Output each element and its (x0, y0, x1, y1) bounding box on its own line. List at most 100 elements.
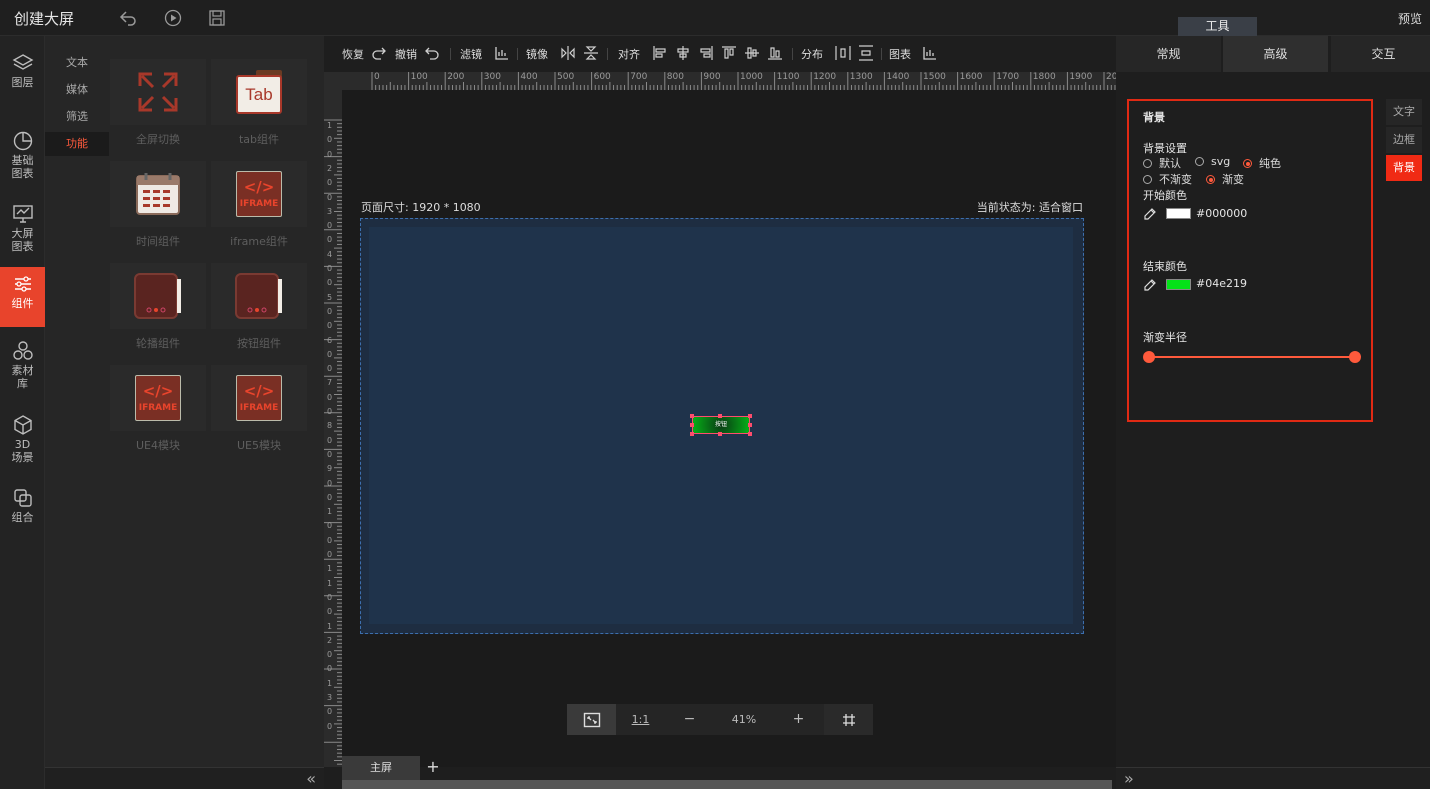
radius-slider-min-thumb[interactable] (1143, 351, 1155, 363)
subcat-media[interactable]: 媒体 (45, 78, 109, 102)
nav-item-components[interactable]: 组件 (0, 267, 45, 327)
resize-handle[interactable] (748, 423, 752, 427)
align-left-icon[interactable] (652, 45, 668, 61)
filter-chart-icon[interactable] (494, 45, 510, 61)
horizontal-scrollbar[interactable] (342, 780, 1112, 789)
align-right-icon[interactable] (698, 45, 714, 61)
component-thumb (211, 263, 307, 329)
nav-item-screen-charts[interactable]: 大屏 图表 (0, 197, 45, 257)
eyedropper-icon[interactable] (1143, 207, 1157, 221)
side-tab-text[interactable]: 文字 (1386, 99, 1422, 125)
ruler-tick-label: 1000 (740, 72, 763, 82)
component-carousel[interactable]: 轮播组件 (110, 263, 206, 359)
nav-item-group[interactable]: 组合 (0, 481, 45, 541)
resize-handle[interactable] (690, 414, 694, 418)
subcat-function[interactable]: 功能 (45, 132, 109, 156)
ruler-tick-label: 0 (327, 221, 333, 231)
component-button[interactable]: 按钮组件 (211, 263, 307, 359)
zoom-in-button[interactable]: + (774, 704, 823, 735)
ruler-tick-label: 1 (327, 507, 333, 517)
side-tab-background[interactable]: 背景 (1386, 155, 1422, 181)
save-icon[interactable] (207, 8, 227, 28)
undo-icon[interactable] (424, 45, 440, 61)
align-center-v-icon[interactable] (744, 45, 760, 61)
ruler-tick-label: 1300 (849, 72, 873, 82)
selected-button-element[interactable]: 按钮 (690, 414, 752, 436)
ruler-tick-label: 1 (327, 578, 333, 588)
filter-button[interactable]: 滤镜 (460, 46, 482, 62)
radio-no-gradient[interactable]: 不渐变 (1143, 171, 1192, 187)
zoom-bar: 1:1 − 41% + (567, 704, 873, 735)
resize-handle[interactable] (748, 432, 752, 436)
tool-tab[interactable]: 工具 (1178, 17, 1257, 36)
component-iframe[interactable]: </> IFRAME iframe组件 (211, 161, 307, 257)
play-icon[interactable] (163, 8, 183, 28)
component-thumb: </> IFRAME (110, 365, 206, 431)
align-center-h-icon[interactable] (675, 45, 691, 61)
distribute-h-icon[interactable] (835, 45, 851, 61)
component-ue4[interactable]: </> IFRAME UE4模块 (110, 365, 206, 461)
radio-gradient[interactable]: 渐变 (1206, 171, 1244, 187)
component-tab[interactable]: Tab tab组件 (211, 59, 307, 155)
add-screen-button[interactable]: + (422, 756, 444, 778)
component-time[interactable]: 时间组件 (110, 161, 206, 257)
ruler-tick-label: 0 (327, 521, 333, 531)
nav-item-layers[interactable]: 图层 (0, 46, 45, 106)
resize-handle[interactable] (690, 432, 694, 436)
ruler-tick-label: 1 (327, 121, 333, 130)
resize-handle[interactable] (718, 432, 722, 436)
radius-slider-track[interactable] (1145, 356, 1357, 358)
ruler-tick-label: 200 (447, 72, 465, 82)
start-color-swatch[interactable] (1166, 208, 1191, 219)
collapse-left-icon[interactable]: « (306, 769, 316, 788)
end-color-swatch[interactable] (1166, 279, 1191, 290)
align-bottom-icon[interactable] (767, 45, 783, 61)
one-to-one-button[interactable]: 1:1 (616, 704, 665, 735)
grid-toggle-button[interactable] (824, 704, 873, 735)
canvas-area[interactable]: 页面尺寸: 1920 * 1080 当前状态为: 适合窗口 按钮 1:1 − 4… (342, 90, 1116, 767)
redo-button[interactable]: 恢复 (342, 46, 364, 62)
screen-frame[interactable]: 按钮 (360, 218, 1084, 634)
ruler-tick-label: 0 (327, 349, 333, 359)
resize-handle[interactable] (748, 414, 752, 418)
nav-item-basic-charts[interactable]: 基础 图表 (0, 124, 45, 184)
radius-slider-max-thumb[interactable] (1349, 351, 1361, 363)
tab-main-screen[interactable]: 主屏 (342, 756, 420, 780)
align-top-icon[interactable] (721, 45, 737, 61)
redo-icon[interactable] (371, 45, 387, 61)
nav-item-assets[interactable]: 素材 库 (0, 334, 45, 394)
tab-general[interactable]: 常规 (1116, 36, 1221, 72)
zoom-out-button[interactable]: − (665, 704, 714, 735)
iframe-icon: </> IFRAME (236, 375, 282, 421)
flip-vertical-icon[interactable] (583, 45, 599, 61)
component-ue5[interactable]: </> IFRAME UE5模块 (211, 365, 307, 461)
align-label: 对齐 (618, 48, 640, 61)
mirror-button[interactable]: 镜像 (526, 46, 548, 62)
subcat-filter[interactable]: 筛选 (45, 105, 109, 129)
undo-button[interactable]: 撤销 (395, 46, 417, 62)
sliders-icon (14, 276, 31, 292)
tab-interaction[interactable]: 交互 (1331, 36, 1430, 72)
tab-advanced[interactable]: 高级 (1223, 36, 1328, 72)
ruler-tick-label: 0 (327, 235, 333, 245)
radio-bg-default[interactable]: 默认 (1143, 155, 1181, 171)
preview-button[interactable]: 预览 (1398, 10, 1422, 27)
subcat-text[interactable]: 文本 (45, 51, 109, 75)
flip-horizontal-icon[interactable] (560, 45, 576, 61)
radio-bg-solid[interactable]: 纯色 (1243, 155, 1281, 171)
collapse-right-icon[interactable]: » (1124, 769, 1134, 788)
component-label: iframe组件 (230, 235, 288, 248)
radio-bg-svg[interactable]: svg (1195, 155, 1230, 168)
ruler-tick-label: 0 (327, 550, 333, 559)
resize-handle[interactable] (690, 423, 694, 427)
fit-window-button[interactable] (567, 704, 616, 735)
chart-button[interactable]: 图表 (889, 46, 911, 62)
nav-item-3d-scene[interactable]: 3D 场景 (0, 408, 45, 468)
back-icon[interactable] (118, 8, 138, 28)
distribute-v-icon[interactable] (858, 45, 874, 61)
resize-handle[interactable] (718, 414, 722, 418)
chart-icon[interactable] (922, 45, 938, 61)
eyedropper-icon[interactable] (1143, 278, 1157, 292)
side-tab-border[interactable]: 边框 (1386, 127, 1422, 153)
component-fullscreen[interactable]: 全屏切换 (110, 59, 206, 155)
